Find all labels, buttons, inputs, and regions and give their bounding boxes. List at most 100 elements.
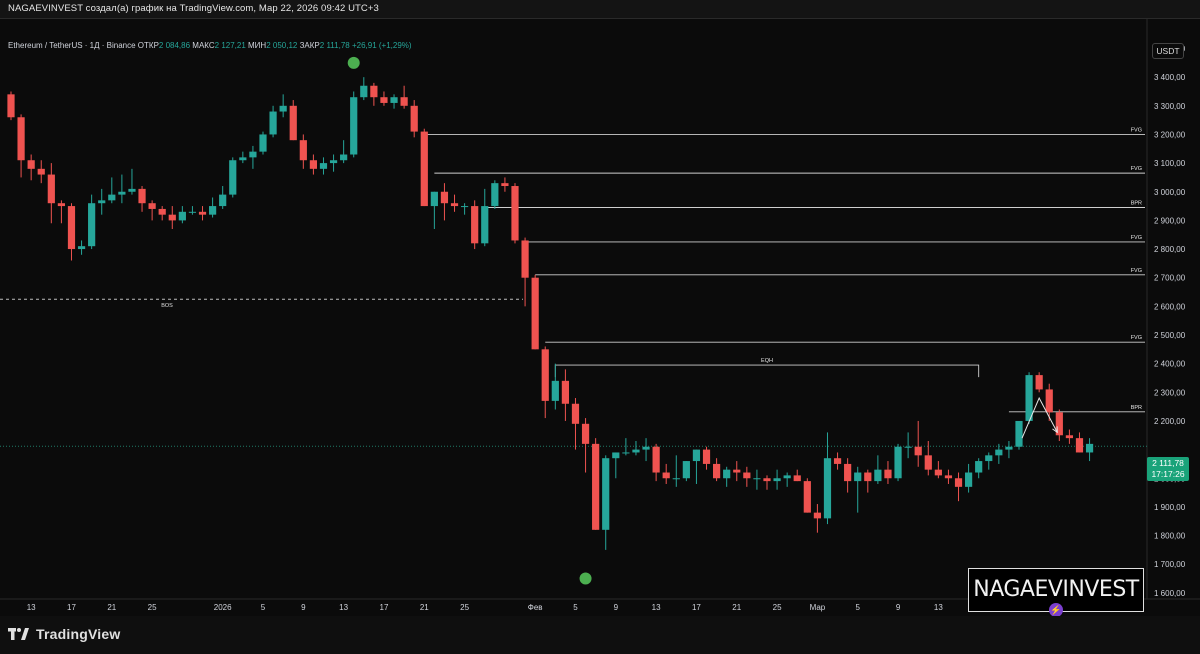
candle-body — [944, 475, 953, 479]
candle-body — [138, 188, 146, 204]
candle-body — [561, 380, 569, 404]
pivot-marker — [579, 572, 592, 585]
candle-body — [733, 469, 741, 473]
candle-body — [692, 449, 701, 462]
x-tick-label: 9 — [614, 603, 619, 612]
candle-body — [934, 469, 942, 476]
candle-body — [501, 183, 509, 187]
legend-change: +26,91 (+1,29%) — [351, 41, 412, 50]
y-tick-label: 2 400,00 — [1154, 360, 1186, 369]
level-label: FVG — [1131, 127, 1142, 133]
level-label: FVG — [1131, 235, 1142, 241]
candle-body — [370, 85, 378, 98]
bar-countdown: 17:17:26 — [1151, 468, 1185, 479]
candle-body — [783, 475, 791, 479]
candle-body — [67, 206, 76, 250]
candle-body — [27, 160, 35, 169]
y-tick-label: 2 700,00 — [1154, 274, 1186, 283]
candle-body — [672, 478, 680, 480]
candle-body — [975, 461, 983, 473]
pivot-marker — [347, 56, 360, 69]
candle-body — [954, 478, 963, 487]
eqh-line — [554, 364, 980, 378]
candle-body — [844, 463, 852, 482]
candle-body — [229, 160, 237, 195]
y-tick-label: 2 300,00 — [1154, 388, 1186, 397]
x-tick-label: 25 — [460, 603, 469, 612]
x-tick-label: Фев — [528, 603, 543, 612]
candle-body — [803, 481, 811, 513]
watermark-text: NAGAEVINVEST — [973, 577, 1139, 602]
candle-body — [1015, 420, 1023, 447]
candle-body — [148, 203, 156, 209]
candle-body — [491, 183, 499, 207]
legend-symbol: Ethereum / TetherUS · 1Д · Binance — [8, 41, 136, 50]
candle-body — [188, 211, 197, 213]
candle-body — [239, 157, 247, 161]
candle-body — [571, 403, 580, 424]
candle-body — [340, 154, 348, 161]
candle-body — [1085, 443, 1094, 453]
x-tick-label: 25 — [148, 603, 157, 612]
candle-body — [430, 191, 438, 207]
candle-body — [360, 85, 368, 98]
candle-body — [793, 475, 801, 482]
lightning-icon: ⚡ — [1049, 603, 1063, 617]
x-tick-label: 13 — [339, 603, 348, 612]
candle-body — [350, 97, 358, 155]
legend-high-value: 2 127,21 — [214, 41, 246, 50]
candle-body — [884, 469, 892, 479]
level-label: FVG — [1131, 166, 1142, 172]
candle-body — [279, 105, 287, 112]
chart-panel[interactable]: 3 500,003 400,003 300,003 200,003 100,00… — [0, 18, 1200, 617]
y-tick-label: 1 600,00 — [1154, 589, 1186, 598]
x-tick-label: 21 — [420, 603, 429, 612]
x-tick-label: 25 — [773, 603, 782, 612]
legend-low-label: МИН — [248, 41, 267, 50]
candle-body — [450, 203, 459, 207]
y-tick-label: 1 900,00 — [1154, 503, 1186, 512]
candle-body — [632, 449, 640, 453]
candlestick-chart[interactable]: 3 500,003 400,003 300,003 200,003 100,00… — [0, 19, 1200, 616]
candle-body — [753, 478, 761, 480]
symbol-legend: Ethereum / TetherUS · 1Д · Binance ОТКР2… — [8, 41, 412, 50]
footer-bar: TradingView — [0, 616, 1200, 654]
candle-body — [723, 469, 731, 479]
level-label: BPR — [1131, 201, 1142, 207]
x-tick-label: 17 — [380, 603, 389, 612]
candle-body — [168, 214, 176, 221]
tradingview-wordmark: TradingView — [36, 626, 121, 642]
candle-body — [854, 472, 862, 482]
y-tick-label: 2 800,00 — [1154, 245, 1186, 254]
candle-body — [713, 463, 721, 479]
candle-body — [541, 349, 549, 401]
candle-body — [1025, 375, 1033, 421]
candle-body — [823, 458, 832, 519]
candle-body — [612, 452, 620, 459]
candle-body — [319, 163, 328, 169]
legend-open-value: 2 084,86 — [158, 41, 191, 50]
candle-body — [531, 277, 539, 350]
candle-body — [259, 134, 267, 152]
candle-body — [118, 191, 126, 195]
y-tick-label: 1 800,00 — [1154, 532, 1186, 541]
candle-body — [833, 458, 842, 464]
y-tick-label: 3 300,00 — [1154, 102, 1186, 111]
candle-body — [1035, 375, 1043, 390]
y-tick-label: 3 000,00 — [1154, 188, 1186, 197]
x-tick-label: 17 — [692, 603, 701, 612]
candle-body — [682, 461, 690, 479]
x-tick-label: 5 — [573, 603, 578, 612]
candle-body — [904, 446, 912, 448]
candle-body — [57, 203, 65, 207]
candle-body — [88, 203, 96, 247]
candle-body — [1005, 446, 1013, 450]
candle-body — [37, 168, 45, 175]
candle-body — [662, 472, 670, 479]
currency-badge[interactable]: USDT — [1152, 43, 1184, 59]
tradingview-brand[interactable]: TradingView — [8, 626, 120, 642]
candle-body — [521, 240, 529, 278]
candle-body — [380, 97, 388, 103]
y-tick-label: 1 700,00 — [1154, 560, 1186, 569]
x-tick-label: 13 — [934, 603, 943, 612]
